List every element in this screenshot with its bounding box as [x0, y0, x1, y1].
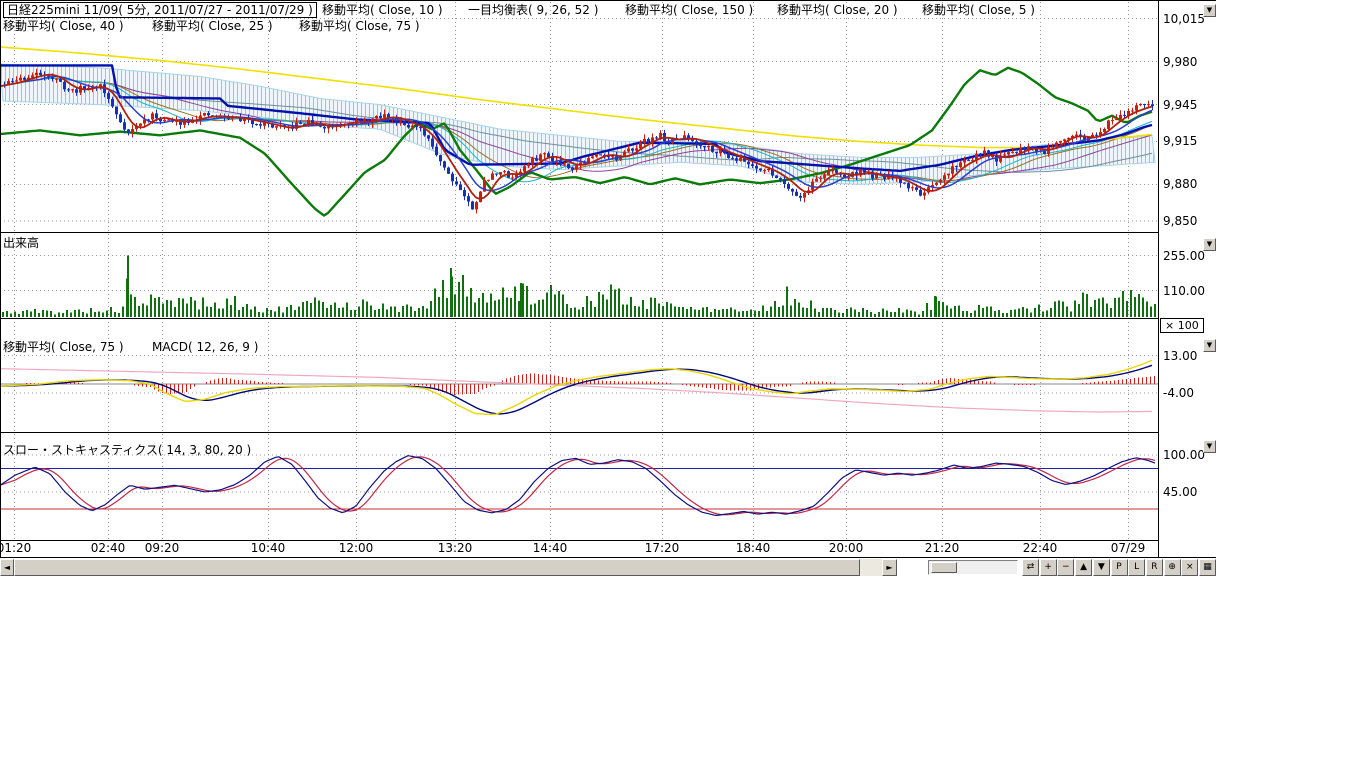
- legend-ma10: 移動平均( Close, 10 ): [322, 3, 443, 17]
- pan-mode-button[interactable]: ⇄: [1022, 559, 1039, 576]
- macd-legend-macd: MACD( 12, 26, 9 ): [152, 340, 258, 354]
- scroll-left-icon: ◄: [4, 563, 10, 572]
- chart-title: 日経225mini 11/09( 5分, 2011/07/27 - 2011/0…: [3, 2, 317, 18]
- x-axis-label: 09:20: [145, 541, 180, 555]
- price-pane-dropdown[interactable]: ▼: [1203, 4, 1216, 17]
- stoch-pane-dropdown[interactable]: ▼: [1203, 440, 1216, 453]
- crosshair-button[interactable]: ⊕: [1164, 559, 1181, 576]
- volume-pane[interactable]: [0, 232, 1158, 318]
- x-axis-label: 13:20: [438, 541, 473, 555]
- zoom-slider-thumb[interactable]: [931, 562, 957, 573]
- stoch-pane-label: スロー・ストキャスティクス( 14, 3, 80, 20 ): [3, 443, 251, 457]
- macd-pane-dropdown[interactable]: ▼: [1203, 339, 1216, 352]
- scale-down-button[interactable]: ▼: [1093, 559, 1110, 576]
- macd-pane[interactable]: [0, 318, 1158, 432]
- x-axis-label: 07/29: [1111, 541, 1146, 555]
- x-axis-label: 21:20: [925, 541, 960, 555]
- x-axis-label: 17:20: [645, 541, 680, 555]
- price-pane[interactable]: [0, 0, 1158, 232]
- x-axis-label: 20:00: [829, 541, 864, 555]
- range-tool-button[interactable]: R: [1146, 559, 1163, 576]
- legend-ma5: 移動平均( Close, 5 ): [922, 3, 1035, 17]
- y-axis-label: 100.00: [1163, 448, 1205, 462]
- zoom-out-button[interactable]: −: [1057, 559, 1074, 576]
- y-axis-label: -4.00: [1163, 386, 1194, 400]
- y-axis-label: 9,980: [1163, 55, 1197, 69]
- x-axis-label: 10:40: [251, 541, 286, 555]
- x-axis-label: 01:20: [0, 541, 31, 555]
- y-axis-label: 9,880: [1163, 177, 1197, 191]
- period-button[interactable]: P: [1111, 559, 1128, 576]
- macd-legend-ma75: 移動平均( Close, 75 ): [3, 340, 124, 354]
- x-axis: 01:20 02:40 09:20 10:40 12:00 13:20 14:40 17:20…: [0, 541, 1158, 556]
- scroll-left-button[interactable]: ◄: [0, 559, 14, 576]
- volume-pane-dropdown[interactable]: ▼: [1203, 238, 1216, 251]
- chart-window: 日経225mini 11/09( 5分, 2011/07/27 - 2011/0…: [0, 0, 1217, 577]
- legend-ma40: 移動平均( Close, 40 ): [3, 19, 124, 33]
- scroll-right-button[interactable]: ►: [882, 559, 897, 576]
- chart-application: 日経225mini 11/09( 5分, 2011/07/27 - 2011/0…: [0, 0, 1366, 768]
- close-chart-button[interactable]: ×: [1181, 559, 1198, 576]
- line-tool-button[interactable]: L: [1128, 559, 1145, 576]
- x-axis-label: 12:00: [339, 541, 374, 555]
- y-axis-label: 255.00: [1163, 249, 1205, 263]
- legend-ichimoku: 一目均衡表( 9, 26, 52 ): [468, 3, 598, 17]
- horizontal-scrollbar: ◄ ► ⇄+−▲▼PLR⊕×▦: [0, 559, 1217, 576]
- zoom-slider-track[interactable]: [928, 560, 1018, 575]
- x-axis-label: 22:40: [1023, 541, 1058, 555]
- x-axis-label: 02:40: [91, 541, 126, 555]
- y-axis-label: 9,850: [1163, 214, 1197, 228]
- y-axis: 10,015 9,980 9,945 9,915 9,880 9,850 255.00 110…: [1161, 0, 1217, 558]
- legend-ma25: 移動平均( Close, 25 ): [152, 19, 273, 33]
- x-axis-label: 18:40: [736, 541, 771, 555]
- legend-ma75: 移動平均( Close, 75 ): [299, 19, 420, 33]
- y-axis-label: 110.00: [1163, 284, 1205, 298]
- volume-pane-label: 出来高: [3, 236, 39, 250]
- grid-settings-button[interactable]: ▦: [1199, 559, 1216, 576]
- scrollbar-thumb[interactable]: [14, 559, 860, 576]
- scroll-right-icon: ►: [886, 563, 892, 572]
- y-axis-label: 13.00: [1163, 349, 1197, 363]
- y-axis-label: 10,015: [1163, 12, 1205, 26]
- legend-ma150: 移動平均( Close, 150 ): [625, 3, 753, 17]
- scrollbar-track[interactable]: [14, 559, 882, 576]
- zoom-in-button[interactable]: +: [1040, 559, 1057, 576]
- legend-ma20: 移動平均( Close, 20 ): [777, 3, 898, 17]
- y-axis-label: 9,915: [1163, 134, 1197, 148]
- y-axis-label: 9,945: [1163, 98, 1197, 112]
- x-axis-label: 14:40: [533, 541, 568, 555]
- y-axis-label: 45.00: [1163, 485, 1197, 499]
- scale-up-button[interactable]: ▲: [1075, 559, 1092, 576]
